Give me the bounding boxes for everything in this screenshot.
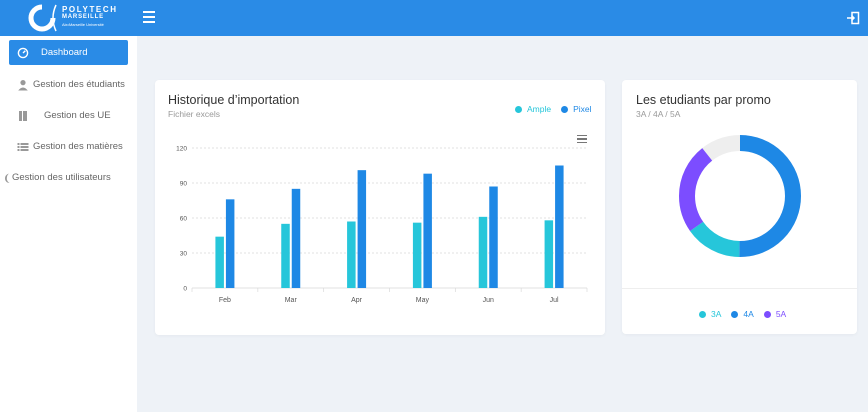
- polytech-logo-icon: [28, 4, 57, 32]
- bar-pixel-apr: [357, 170, 367, 288]
- bar-pixel-mar: [291, 188, 301, 288]
- polytech-logo[interactable]: POLYTECH MARSEILLE Aix•Marseille Univers…: [28, 3, 126, 33]
- legend-3a-dot: [699, 310, 706, 318]
- x-tick-label: Feb: [219, 297, 231, 304]
- bar-ample-jul: [544, 220, 554, 288]
- legend-5a-dot: [763, 310, 771, 318]
- sidebar-item-label: Gestion des UE: [44, 110, 111, 121]
- import-bar-chart: 0 30 60 90 120 Feb Mar Apr May Jun Jul: [176, 146, 588, 304]
- book-icon: [17, 110, 29, 122]
- y-tick-label: 120: [176, 146, 187, 153]
- sidebar-item-dashboard[interactable]: Dashboard: [9, 40, 128, 65]
- sidebar-item-label: Gestion des utilisateurs: [12, 172, 111, 183]
- bar-ample-mar: [281, 223, 290, 288]
- brand-sub: MARSEILLE: [62, 14, 104, 20]
- user-icon: [17, 79, 29, 91]
- bar-ample-may: [412, 222, 422, 288]
- card-divider: [622, 288, 857, 289]
- sidebar-item-label: Gestion des étudiants: [33, 79, 125, 90]
- sidebar-item-label: Dashboard: [41, 47, 88, 58]
- users-icon: [3, 172, 11, 184]
- bar-pixel-feb: [225, 199, 235, 288]
- import-history-card: Historique d’importation Fichier excels …: [155, 80, 605, 335]
- bar-pixel-jul: [555, 165, 564, 288]
- sidebar: Dashboard Gestion des étudiants Gestion …: [0, 36, 137, 412]
- top-bar: POLYTECH MARSEILLE Aix•Marseille Univers…: [0, 0, 868, 36]
- brand-university: Aix•Marseille Université: [62, 22, 104, 27]
- legend-3a-label[interactable]: 3A: [711, 309, 721, 319]
- sidebar-item-ue[interactable]: Gestion des UE: [9, 103, 128, 128]
- legend-4a-label[interactable]: 4A: [743, 309, 753, 319]
- promo-card: Les etudiants par promo 3A / 4A / 5A 3A …: [622, 80, 857, 334]
- x-tick-label: Mar: [285, 297, 298, 304]
- donut-legend: 3A 4A 5A: [699, 309, 786, 319]
- x-tick-label: Jun: [483, 297, 494, 304]
- y-tick-label: 90: [180, 181, 188, 188]
- logout-icon[interactable]: [846, 11, 860, 25]
- list-icon: [17, 141, 29, 153]
- y-tick-label: 60: [180, 216, 188, 223]
- legend-4a-dot: [731, 310, 739, 318]
- bar-pixel-jun: [489, 186, 498, 288]
- y-tick-label: 0: [183, 286, 187, 293]
- bar-pixel-may: [423, 173, 432, 288]
- menu-toggle-icon[interactable]: [143, 11, 157, 25]
- x-tick-label: May: [416, 297, 430, 304]
- y-tick-label: 30: [180, 251, 188, 258]
- sidebar-item-label: Gestion des matières: [33, 141, 123, 152]
- bar-ample-apr: [347, 221, 356, 288]
- promo-donut-chart: [679, 135, 801, 257]
- brand-name: POLYTECH: [62, 5, 118, 14]
- bar-ample-jun: [478, 216, 488, 288]
- sidebar-item-students[interactable]: Gestion des étudiants: [9, 72, 128, 97]
- x-tick-label: Jul: [550, 297, 559, 304]
- dashboard-icon: [17, 47, 29, 59]
- sidebar-item-users[interactable]: Gestion des utilisateurs: [0, 165, 136, 190]
- bar-ample-feb: [215, 236, 224, 288]
- x-tick-label: Apr: [351, 297, 363, 304]
- sidebar-item-subjects[interactable]: Gestion des matières: [9, 134, 128, 159]
- legend-5a-label[interactable]: 5A: [776, 309, 786, 319]
